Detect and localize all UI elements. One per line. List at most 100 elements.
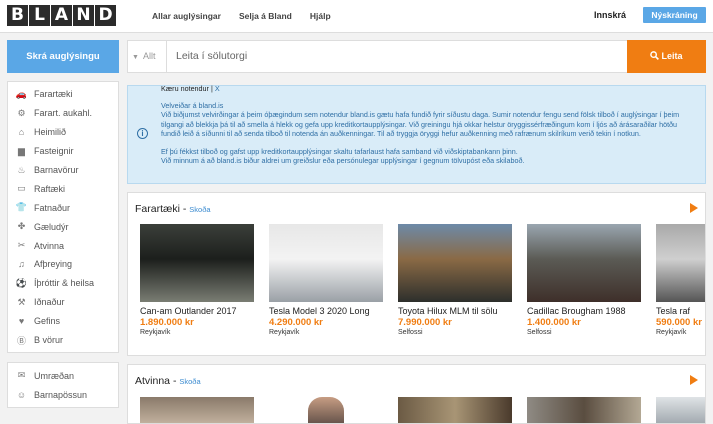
listing-price: 590.000 kr bbox=[656, 317, 702, 328]
listing-title[interactable]: Can-am Outlander 2017 bbox=[140, 306, 254, 316]
sidebar-category-item[interactable]: ▭ Raftæki bbox=[8, 179, 118, 198]
sidebar-category-item[interactable]: Ⓑ B vörur bbox=[8, 331, 118, 350]
notice-paragraph: Ef þú fékkst tilboð og gafst upp kreditk… bbox=[161, 147, 518, 157]
sidebar-category-item[interactable]: 👕 Fatnaður bbox=[8, 198, 118, 217]
sidebar-category-item[interactable]: ⚙ Farart. aukahl. bbox=[8, 104, 118, 123]
nav-help[interactable]: Hjálp bbox=[310, 11, 331, 21]
sidebar-category-item[interactable]: 🚗 Farartæki bbox=[8, 85, 118, 104]
tools-icon: ✂ bbox=[17, 240, 26, 251]
sidebar: Skrá auglýsingu 🚗 Farartæki ⚙ Farart. aukah… bbox=[7, 40, 119, 409]
notice-paragraph: Við biðjumst velvirðingar á þeim óþægind… bbox=[161, 110, 680, 138]
sidebar-category-item[interactable]: ⚒ Iðnaður bbox=[8, 293, 118, 312]
sidebar-category-label: Farart. aukahl. bbox=[34, 108, 93, 119]
search-input[interactable]: Leita í sölutorgi bbox=[176, 50, 247, 62]
section-vehicles: Farartæki - Skoða Can-am Outlander 2017 1… bbox=[127, 192, 706, 356]
listing-image[interactable] bbox=[140, 397, 254, 423]
listing-card[interactable]: Tesla Model 3 2020 Long 4.290.000 kr Reykj… bbox=[269, 224, 383, 336]
sidebar-category-label: Iðnaður bbox=[34, 297, 65, 308]
sidebar-category-item[interactable]: ♫ Afþreying bbox=[8, 255, 118, 274]
listing-image[interactable] bbox=[269, 224, 383, 302]
sidebar-category-label: Barnapössun bbox=[34, 389, 88, 400]
listing-card[interactable]: Cadillac Brougham 1988 1.400.000 kr Selfos… bbox=[527, 224, 641, 336]
search-icon bbox=[650, 51, 660, 60]
listing-location: Selfossi bbox=[398, 329, 423, 336]
listing-price: 7.990.000 kr bbox=[398, 317, 452, 328]
sidebar-category-label: Atvinna bbox=[34, 240, 65, 251]
post-ad-button[interactable]: Skrá auglýsingu bbox=[7, 40, 119, 73]
listing-card[interactable]: Tesla raf 590.000 kr Reykjavík bbox=[656, 224, 705, 336]
logo-letter: A bbox=[51, 5, 72, 26]
sidebar-category-item[interactable]: ♨ Barnavörur bbox=[8, 161, 118, 180]
paw-icon: ✤ bbox=[17, 221, 26, 232]
next-arrow-icon[interactable] bbox=[690, 203, 698, 213]
monitor-icon: ▭ bbox=[17, 183, 26, 194]
community-list: ✉ Umræðan ☺ Barnapössun bbox=[7, 362, 119, 409]
sidebar-category-label: Afþreying bbox=[34, 259, 73, 270]
search-scope-select[interactable]: ▼ Allt bbox=[132, 51, 155, 61]
listing-title[interactable]: Toyota Hilux MLM til sölu bbox=[398, 306, 512, 316]
listing-image[interactable] bbox=[398, 397, 512, 423]
nav-sell[interactable]: Selja á Bland bbox=[239, 11, 292, 21]
chat-icon: ✉ bbox=[17, 370, 26, 381]
sidebar-category-item[interactable]: ⚽ Íþróttir & heilsa bbox=[8, 274, 118, 293]
b-icon: Ⓑ bbox=[16, 335, 26, 346]
logo-letter: L bbox=[29, 5, 50, 26]
stroller-icon: ♨ bbox=[17, 164, 26, 175]
listing-image[interactable] bbox=[140, 224, 254, 302]
notice-greeting: Kæru notendur bbox=[161, 84, 209, 93]
listing-image[interactable] bbox=[656, 397, 705, 423]
notice-paragraph: Við minnum á að bland.is biður aldrei um… bbox=[161, 156, 525, 166]
listing-image[interactable] bbox=[527, 397, 641, 423]
ball-icon: ⚽ bbox=[15, 277, 28, 288]
notice-close-button[interactable]: X bbox=[215, 84, 220, 93]
sidebar-category-label: Gefins bbox=[34, 316, 61, 327]
listing-image[interactable] bbox=[527, 224, 641, 302]
shirt-icon: 👕 bbox=[15, 202, 28, 213]
listing-title[interactable]: Cadillac Brougham 1988 bbox=[527, 306, 641, 316]
signup-button[interactable]: Nýskráning bbox=[643, 7, 706, 23]
listing-image[interactable] bbox=[269, 397, 383, 423]
search-button-label: Leita bbox=[661, 51, 683, 61]
section-title: Atvinna - Skoða bbox=[135, 375, 201, 387]
sidebar-category-label: Farartæki bbox=[34, 89, 73, 100]
listing-card[interactable]: Toyota Hilux MLM til sölu 7.990.000 kr Sel… bbox=[398, 224, 512, 336]
sidebar-category-item[interactable]: ☺ Barnapössun bbox=[8, 385, 118, 404]
sidebar-category-label: Fasteignir bbox=[34, 146, 74, 157]
listing-location: Reykjavík bbox=[140, 329, 171, 336]
sidebar-category-item[interactable]: ♥ Gefins bbox=[8, 312, 118, 331]
sidebar-category-item[interactable]: ✂ Atvinna bbox=[8, 236, 118, 255]
sidebar-category-label: Umræðan bbox=[34, 370, 75, 381]
listing-image[interactable] bbox=[656, 224, 705, 302]
sidebar-category-item[interactable]: ✤ Gæludýr bbox=[8, 217, 118, 236]
listing-card[interactable]: Can-am Outlander 2017 1.890.000 kr Reykjav… bbox=[140, 224, 254, 336]
section-title-text: Atvinna bbox=[135, 375, 171, 387]
listing-price: 1.400.000 kr bbox=[527, 317, 581, 328]
nav-all-ads[interactable]: Allar auglýsingar bbox=[152, 11, 221, 21]
next-arrow-icon[interactable] bbox=[690, 375, 698, 385]
search-button[interactable]: Leita bbox=[627, 40, 706, 73]
sidebar-category-item[interactable]: ✉ Umræðan bbox=[8, 366, 118, 385]
sidebar-category-item[interactable]: ⌂ Heimilið bbox=[8, 123, 118, 142]
section-title-text: Farartæki bbox=[135, 203, 180, 215]
logo-letter: D bbox=[95, 5, 116, 26]
listing-image[interactable] bbox=[398, 224, 512, 302]
notice-box: Kæru notendur | X i Velveiðar á bland.is… bbox=[127, 84, 706, 184]
sidebar-category-item[interactable]: ▆ Fasteignir bbox=[8, 142, 118, 161]
music-icon: ♫ bbox=[18, 259, 25, 270]
login-link[interactable]: Innskrá bbox=[594, 10, 626, 20]
search-bar: ▼ Allt Leita í sölutorgi Leita bbox=[127, 40, 706, 73]
listing-title[interactable]: Tesla raf bbox=[656, 306, 705, 316]
sidebar-category-label: B vörur bbox=[34, 335, 64, 346]
listing-title[interactable]: Tesla Model 3 2020 Long bbox=[269, 306, 383, 316]
building-icon: ▆ bbox=[18, 145, 25, 156]
see-all-link[interactable]: Skoða bbox=[179, 377, 200, 386]
divider bbox=[166, 41, 167, 72]
listing-location: Selfossi bbox=[527, 329, 552, 336]
category-list: 🚗 Farartæki ⚙ Farart. aukahl. ⌂ Heimilið ▆ Fast… bbox=[7, 81, 119, 354]
section-jobs: Atvinna - Skoða bbox=[127, 364, 706, 424]
listing-location: Reykjavík bbox=[269, 329, 300, 336]
section-title: Farartæki - Skoða bbox=[135, 203, 211, 215]
bland-logo[interactable]: B L A N D bbox=[7, 5, 116, 26]
sidebar-category-label: Raftæki bbox=[34, 183, 66, 194]
see-all-link[interactable]: Skoða bbox=[189, 205, 210, 214]
